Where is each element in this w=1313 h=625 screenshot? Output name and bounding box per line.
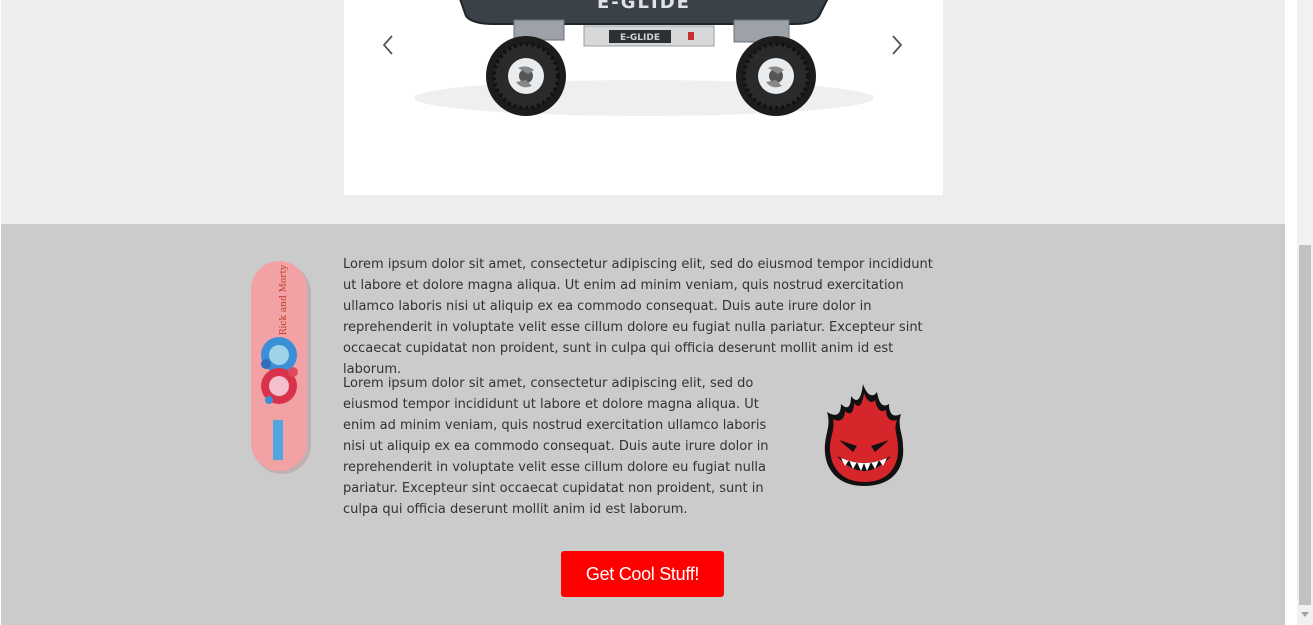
chevron-left-icon	[382, 35, 393, 55]
spitfire-flame-logo-icon	[824, 384, 904, 486]
page-scrollbar[interactable]	[1297, 0, 1313, 625]
chevron-right-icon	[892, 35, 903, 55]
carousel-section: E-GLIDE E-GLIDE	[1, 0, 1285, 224]
page: E-GLIDE E-GLIDE Rick and Morty Lorem ips…	[1, 0, 1285, 625]
carousel-prev-button[interactable]	[378, 33, 400, 57]
skateboard-deck-image: Rick and Morty	[251, 261, 311, 474]
deck-graphic-text: Rick and Morty	[279, 264, 289, 335]
intro-paragraph: Lorem ipsum dolor sit amet, consectetur …	[343, 257, 933, 377]
product-carousel: E-GLIDE E-GLIDE	[344, 0, 943, 195]
carousel-next-button[interactable]	[886, 33, 908, 57]
scrollbar-thumb[interactable]	[1299, 245, 1311, 605]
scroll-down-arrow-icon[interactable]	[1301, 612, 1309, 617]
content-section: Rick and Morty Lorem ipsum dolor sit ame…	[1, 224, 1285, 625]
get-cool-stuff-button[interactable]: Get Cool Stuff!	[561, 551, 724, 597]
electric-skateboard-image: E-GLIDE E-GLIDE	[414, 0, 874, 116]
secondary-paragraph: Lorem ipsum dolor sit amet, consectetur …	[343, 376, 769, 517]
deck-brand-text: E-GLIDE	[597, 0, 691, 13]
svg-text:E-GLIDE: E-GLIDE	[620, 33, 660, 43]
